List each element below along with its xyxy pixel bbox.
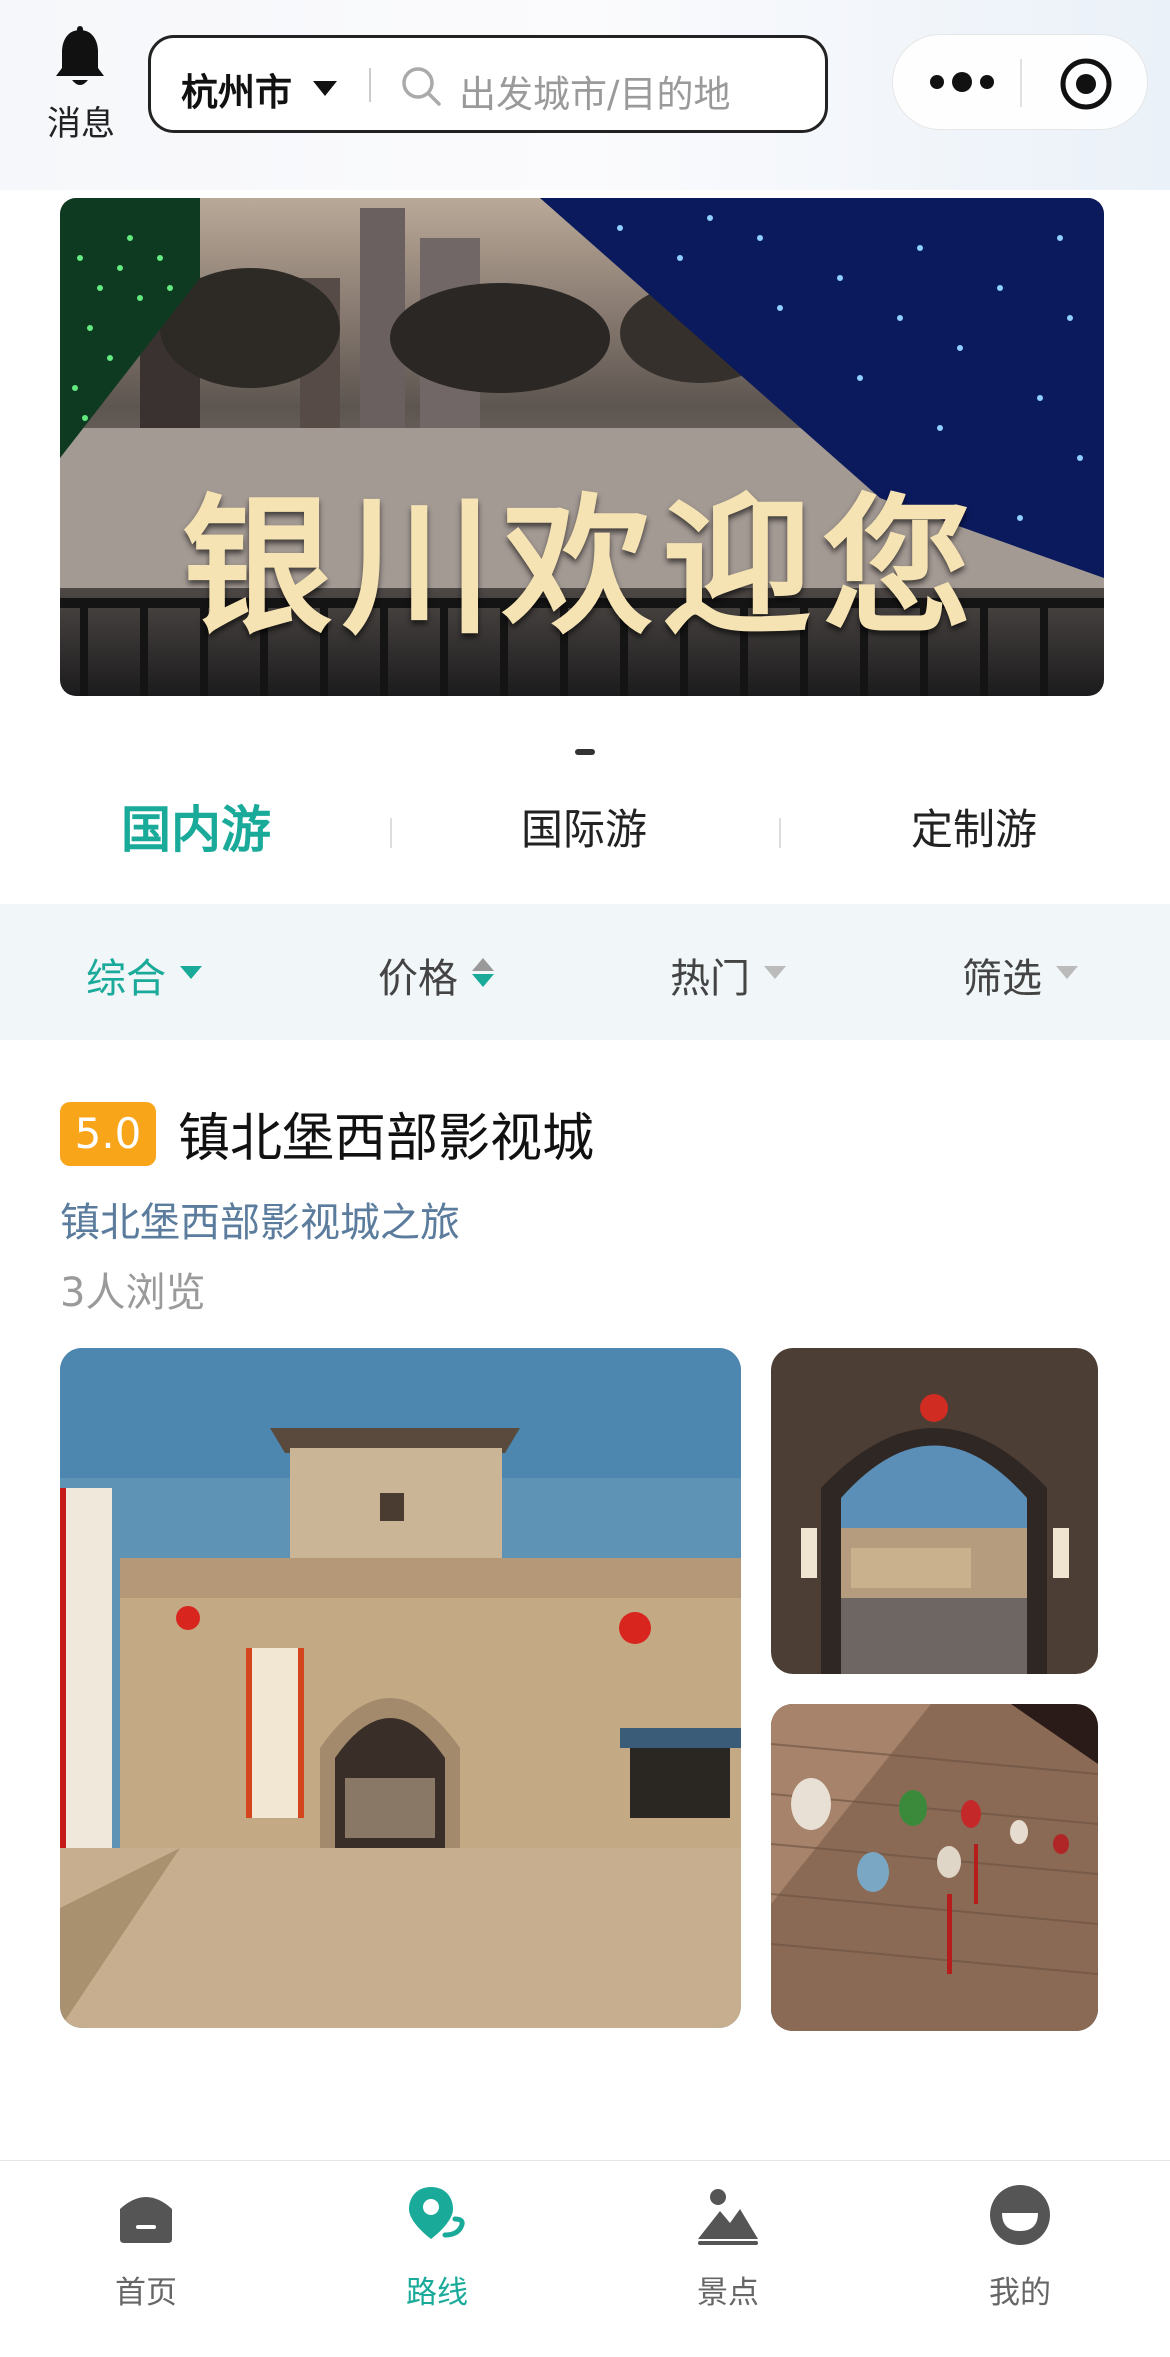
bottom-nav: 首页 路线 景点 我的 — [0, 2160, 1170, 2357]
nav-scenery[interactable]: 景点 — [638, 2183, 818, 2333]
nav-profile-label: 我的 — [989, 2275, 1051, 2311]
listing-photo-masks[interactable] — [771, 1704, 1098, 2031]
caret-down-icon — [764, 966, 786, 979]
search-bar[interactable]: 杭州市 出发城市/目的地 — [148, 35, 828, 133]
city-selector[interactable]: 杭州市 — [181, 62, 292, 116]
tab-separator — [390, 818, 392, 848]
fortress-gate-image — [60, 1348, 741, 2028]
tab-custom[interactable]: 定制游 — [824, 780, 1124, 880]
tab-separator — [779, 818, 781, 848]
nav-route-label: 路线 — [406, 2275, 468, 2311]
sort-up-icon — [472, 958, 494, 971]
filter-screen[interactable]: 筛选 — [962, 946, 1078, 1002]
nav-home-label: 首页 — [115, 2275, 177, 2311]
sort-down-icon — [472, 974, 494, 987]
filter-comprehensive-label: 综合 — [86, 956, 166, 1002]
rating-badge: 5.0 — [60, 1102, 156, 1166]
filter-bar: 综合 价格 热门 筛选 — [0, 904, 1170, 1040]
profile-icon — [990, 2185, 1050, 2245]
filter-screen-label: 筛选 — [962, 956, 1042, 1002]
tab-international[interactable]: 国际游 — [434, 780, 734, 880]
messages-label: 消息 — [47, 104, 115, 144]
mini-program-capsule — [892, 34, 1148, 130]
close-target-icon[interactable] — [1059, 57, 1113, 111]
bell-icon — [56, 26, 104, 85]
scenery-icon — [698, 2189, 758, 2245]
nav-route[interactable]: 路线 — [347, 2183, 527, 2333]
caret-down-icon — [1056, 966, 1078, 979]
listing-subtitle[interactable]: 镇北堡西部影视城之旅 — [60, 1190, 460, 1248]
filter-price[interactable]: 价格 — [378, 946, 494, 1002]
filter-popular-label: 热门 — [670, 956, 750, 1002]
tab-domestic[interactable]: 国内游 — [46, 780, 346, 880]
search-icon — [402, 67, 441, 106]
nav-scenery-label: 景点 — [697, 2275, 759, 2311]
opera-masks-image — [771, 1704, 1098, 2031]
filter-price-label: 价格 — [378, 956, 458, 1002]
nav-profile[interactable]: 我的 — [930, 2183, 1110, 2333]
listing-views: 3人浏览 — [60, 1270, 206, 1316]
home-icon — [120, 2197, 172, 2243]
more-icon[interactable] — [927, 67, 997, 97]
filter-comprehensive[interactable]: 综合 — [86, 946, 202, 1002]
chevron-down-icon — [313, 81, 337, 96]
listing-photo-archway[interactable] — [771, 1348, 1098, 1674]
listing-photo-main[interactable] — [60, 1348, 741, 2028]
search-input[interactable]: 出发城市/目的地 — [459, 64, 730, 118]
messages-button[interactable]: 消息 — [36, 24, 126, 144]
category-tabs: 国内游 国际游 定制游 — [0, 780, 1170, 880]
route-icon — [409, 2187, 465, 2239]
filter-popular[interactable]: 热门 — [670, 946, 786, 1002]
listing-title[interactable]: 镇北堡西部影视城 — [178, 1096, 594, 1171]
banner-text: 银川欢迎您 — [181, 481, 982, 655]
capsule-divider — [1020, 59, 1022, 107]
carousel-indicator — [575, 749, 595, 755]
caret-down-icon — [180, 966, 202, 979]
nav-home[interactable]: 首页 — [56, 2183, 236, 2333]
banner-carousel[interactable]: 银川欢迎您 — [60, 198, 1104, 696]
archway-image — [771, 1348, 1098, 1674]
search-divider — [369, 68, 371, 102]
